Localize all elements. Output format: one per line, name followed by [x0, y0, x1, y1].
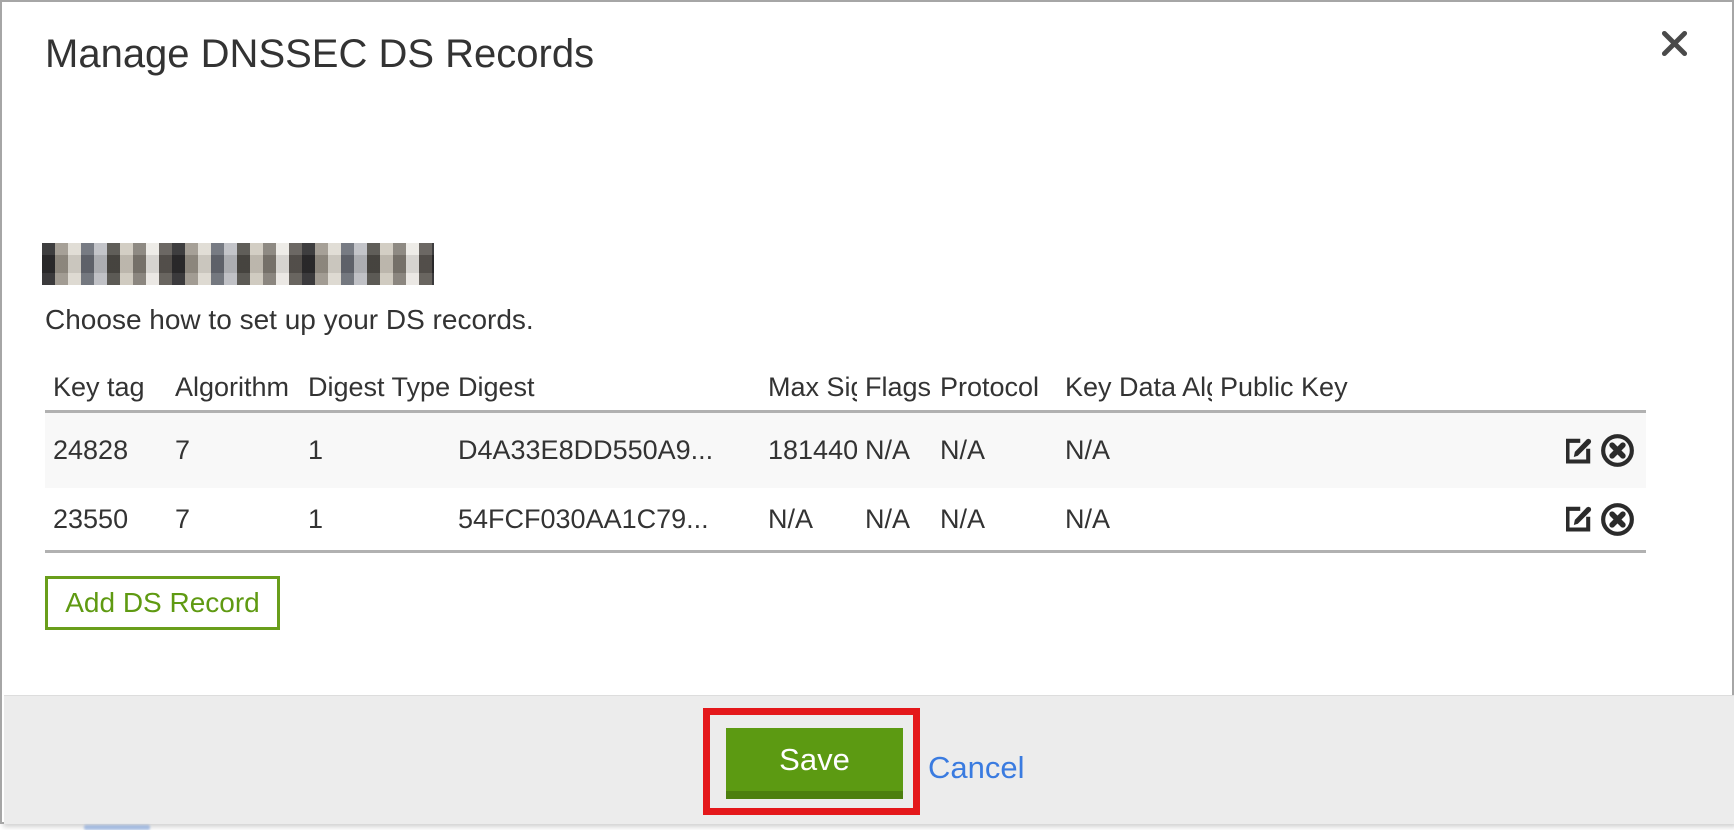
cell-algorithm: 7: [167, 435, 300, 466]
cell-algorithm: 7: [167, 504, 300, 535]
save-button[interactable]: Save: [726, 728, 903, 799]
cell-flags: N/A: [857, 504, 932, 535]
column-header-algorithm: Algorithm: [167, 372, 300, 403]
cell-flags: N/A: [857, 435, 932, 466]
ds-record-row: 24828 7 1 D4A33E8DD550A9... 1814400 N/A …: [45, 410, 1646, 488]
cell-protocol: N/A: [932, 504, 1057, 535]
cell-key-data-alg: N/A: [1057, 435, 1212, 466]
cell-actions: [1566, 432, 1646, 469]
screen: Manage DNSSEC DS Records Choose how to s…: [0, 0, 1734, 830]
ds-record-row: 23550 7 1 54FCF030AA1C79... N/A N/A N/A …: [45, 488, 1646, 553]
cell-digest: 54FCF030AA1C79...: [450, 504, 760, 535]
cell-max-sig-life: 1814400: [760, 435, 857, 466]
column-header-public-key: Public Key: [1212, 372, 1566, 403]
cell-digest-type: 1: [300, 504, 450, 535]
redacted-domain-name: [42, 243, 434, 285]
cell-digest: D4A33E8DD550A9...: [450, 435, 760, 466]
edit-record-icon[interactable]: [1566, 501, 1596, 538]
delete-record-icon[interactable]: [1599, 432, 1636, 469]
column-header-digest: Digest: [450, 372, 760, 403]
cell-key-tag: 23550: [45, 504, 167, 535]
cell-digest-type: 1: [300, 435, 450, 466]
table-header-row: Key tag Algorithm Digest Type Digest Max…: [45, 364, 1646, 410]
cancel-link[interactable]: Cancel: [928, 750, 1025, 786]
ds-records-table: Key tag Algorithm Digest Type Digest Max…: [45, 364, 1646, 553]
cell-max-sig-life: N/A: [760, 504, 857, 535]
column-header-max-sig-life: Max Sig Life: [760, 372, 857, 403]
close-icon: [1661, 30, 1688, 62]
instruction-text: Choose how to set up your DS records.: [45, 304, 534, 336]
column-header-protocol: Protocol: [932, 372, 1057, 403]
cell-protocol: N/A: [932, 435, 1057, 466]
edit-record-icon[interactable]: [1566, 432, 1596, 469]
cell-actions: [1566, 501, 1646, 538]
add-ds-record-button[interactable]: Add DS Record: [45, 576, 280, 630]
manage-dnssec-ds-records-dialog: Manage DNSSEC DS Records Choose how to s…: [0, 0, 1734, 824]
column-header-key-data-alg: Key Data Alg: [1057, 372, 1212, 403]
cell-key-data-alg: N/A: [1057, 504, 1212, 535]
column-header-flags: Flags: [857, 372, 932, 403]
close-button[interactable]: [1656, 28, 1692, 64]
underlying-page-artifact: [84, 825, 150, 830]
column-header-digest-type: Digest Type: [300, 372, 450, 403]
delete-record-icon[interactable]: [1599, 501, 1636, 538]
cell-key-tag: 24828: [45, 435, 167, 466]
dialog-title: Manage DNSSEC DS Records: [45, 32, 594, 77]
column-header-key-tag: Key tag: [45, 372, 167, 403]
